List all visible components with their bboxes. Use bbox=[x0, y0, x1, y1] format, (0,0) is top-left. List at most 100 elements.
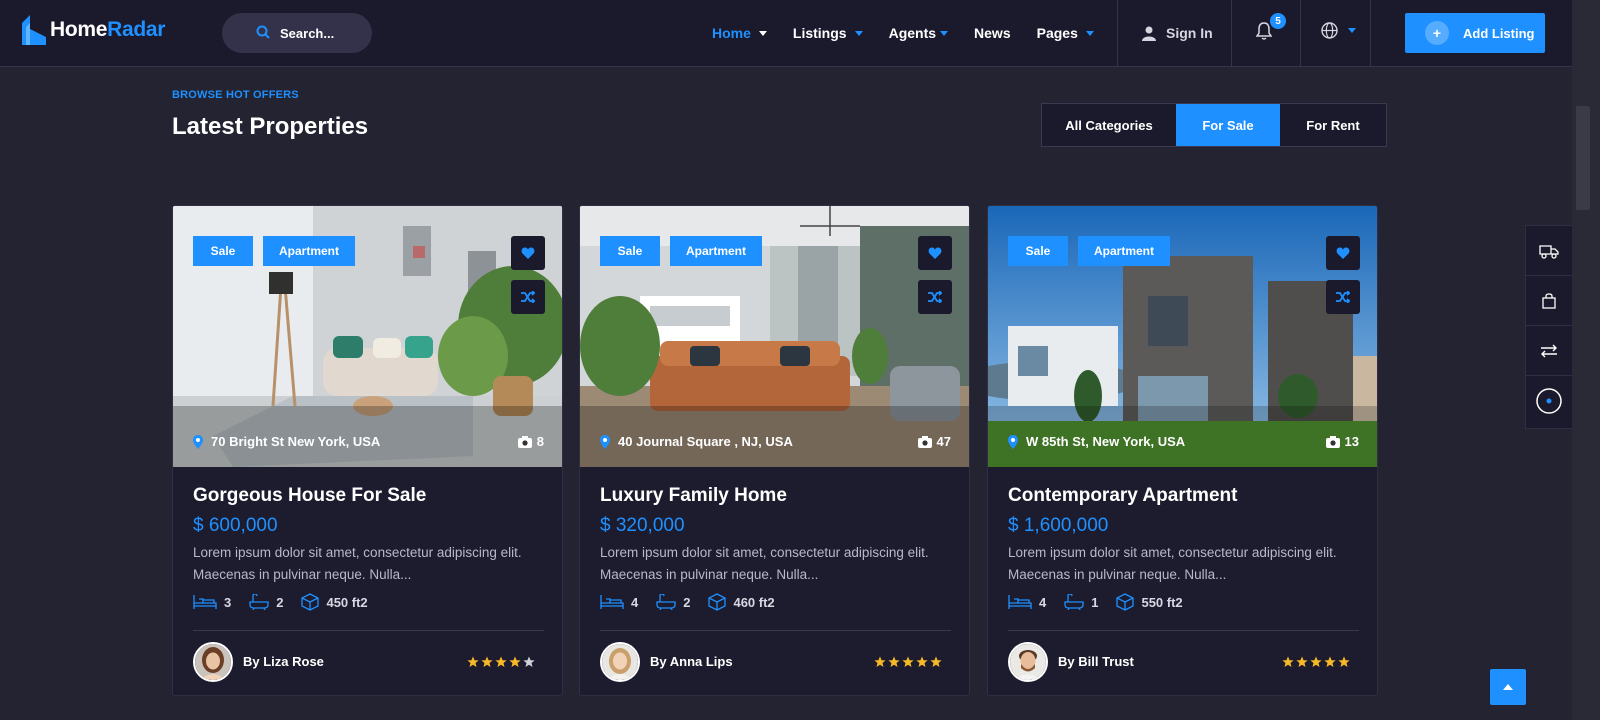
avatar[interactable] bbox=[1008, 642, 1048, 682]
progress-button[interactable] bbox=[1526, 376, 1572, 426]
star-icon bbox=[1310, 656, 1322, 667]
card-divider bbox=[193, 630, 544, 631]
property-card[interactable]: Sale Apartment 70 Bright St New York, US… bbox=[172, 205, 563, 696]
baths-feature: 2 bbox=[656, 594, 690, 610]
cube-icon bbox=[301, 593, 320, 611]
photo-count[interactable]: 47 bbox=[917, 434, 951, 449]
camera-icon bbox=[517, 435, 532, 448]
property-description: Lorem ipsum dolor sit amet, consectetur … bbox=[600, 545, 929, 582]
tag-sale[interactable]: Sale bbox=[600, 236, 660, 266]
tag-sale[interactable]: Sale bbox=[1008, 236, 1068, 266]
compare-side-button[interactable] bbox=[1526, 326, 1572, 376]
nav-home[interactable]: Home bbox=[712, 25, 767, 41]
filter-all-categories[interactable]: All Categories bbox=[1042, 104, 1176, 146]
plus-icon: + bbox=[1425, 21, 1449, 45]
star-icon bbox=[1282, 656, 1294, 667]
nav-agents[interactable]: Agents bbox=[889, 25, 949, 41]
photo-count[interactable]: 13 bbox=[1325, 434, 1359, 449]
property-image[interactable]: Sale Apartment W 85th St, New York, USA … bbox=[988, 206, 1377, 467]
heart-icon bbox=[928, 247, 942, 259]
logo-text: HomeRadar bbox=[50, 18, 166, 41]
avatar[interactable] bbox=[193, 642, 233, 682]
top-header: HomeRadar Search... Home Listings Agents… bbox=[0, 0, 1572, 67]
cube-icon bbox=[1116, 593, 1135, 611]
scrollbar-thumb[interactable] bbox=[1576, 106, 1590, 210]
sign-in-link[interactable]: Sign In bbox=[1142, 0, 1213, 66]
agent-photo bbox=[1010, 644, 1046, 680]
compare-button[interactable] bbox=[1326, 280, 1360, 314]
logo[interactable]: HomeRadar bbox=[22, 14, 165, 46]
avatar[interactable] bbox=[600, 642, 640, 682]
search-icon bbox=[256, 25, 270, 39]
agent-name[interactable]: By Liza Rose bbox=[243, 654, 324, 669]
property-card[interactable]: Sale Apartment 40 Journal Square , NJ, U… bbox=[579, 205, 970, 696]
star-icon bbox=[874, 656, 886, 667]
loading-icon bbox=[1536, 388, 1562, 414]
truck-icon bbox=[1539, 244, 1559, 259]
chevron-down-icon bbox=[940, 30, 949, 36]
map-pin-icon bbox=[600, 434, 610, 449]
tag-type[interactable]: Apartment bbox=[263, 236, 355, 266]
tag-type[interactable]: Apartment bbox=[670, 236, 762, 266]
shuffle-icon bbox=[521, 291, 535, 303]
chevron-down-icon bbox=[1348, 28, 1356, 33]
search-label: Search... bbox=[280, 25, 335, 41]
add-listing-button[interactable]: + Add Listing bbox=[1405, 13, 1545, 53]
tag-sale[interactable]: Sale bbox=[193, 236, 253, 266]
agent-photo bbox=[602, 644, 638, 680]
star-icon bbox=[467, 656, 479, 667]
compare-button[interactable] bbox=[511, 280, 545, 314]
header-divider bbox=[1300, 0, 1301, 66]
photo-count[interactable]: 8 bbox=[517, 434, 544, 449]
language-selector[interactable] bbox=[1321, 22, 1356, 39]
header-divider bbox=[1117, 0, 1118, 66]
star-icon bbox=[902, 656, 914, 667]
scroll-to-top-button[interactable] bbox=[1490, 669, 1526, 705]
favorite-button[interactable] bbox=[918, 236, 952, 270]
search-box[interactable]: Search... bbox=[222, 13, 372, 53]
favorite-button[interactable] bbox=[511, 236, 545, 270]
property-price: $ 600,000 bbox=[193, 515, 278, 536]
property-card[interactable]: Sale Apartment W 85th St, New York, USA … bbox=[987, 205, 1378, 696]
user-icon bbox=[1142, 26, 1156, 41]
rating-stars bbox=[465, 656, 535, 668]
rating-stars bbox=[1280, 656, 1350, 668]
agent-name[interactable]: By Bill Trust bbox=[1058, 654, 1134, 669]
chevron-down-icon bbox=[1085, 30, 1094, 36]
globe-icon bbox=[1321, 22, 1338, 39]
delivery-button[interactable] bbox=[1526, 226, 1572, 276]
compare-button[interactable] bbox=[918, 280, 952, 314]
property-address: 70 Bright St New York, USA bbox=[193, 434, 380, 449]
star-icon bbox=[930, 656, 942, 667]
card-divider bbox=[600, 630, 951, 631]
notification-badge: 5 bbox=[1268, 11, 1288, 31]
agent-name[interactable]: By Anna Lips bbox=[650, 654, 733, 669]
property-price: $ 320,000 bbox=[600, 515, 685, 536]
star-icon bbox=[481, 656, 493, 667]
property-title[interactable]: Luxury Family Home bbox=[600, 485, 787, 507]
baths-feature: 1 bbox=[1064, 594, 1098, 610]
property-image[interactable]: Sale Apartment 70 Bright St New York, US… bbox=[173, 206, 562, 467]
cart-button[interactable] bbox=[1526, 276, 1572, 326]
bed-icon bbox=[193, 595, 217, 609]
star-icon bbox=[523, 656, 535, 667]
area-feature: 550 ft2 bbox=[1116, 593, 1183, 611]
map-pin-icon bbox=[193, 434, 203, 449]
nav-news[interactable]: News bbox=[974, 25, 1011, 41]
favorite-button[interactable] bbox=[1326, 236, 1360, 270]
star-icon bbox=[1296, 656, 1308, 667]
property-image[interactable]: Sale Apartment 40 Journal Square , NJ, U… bbox=[580, 206, 969, 467]
tag-type[interactable]: Apartment bbox=[1078, 236, 1170, 266]
section-title: Latest Properties bbox=[172, 113, 369, 140]
filter-for-sale[interactable]: For Sale bbox=[1176, 104, 1280, 146]
nav-pages[interactable]: Pages bbox=[1037, 25, 1094, 41]
property-address: 40 Journal Square , NJ, USA bbox=[600, 434, 793, 449]
property-title[interactable]: Contemporary Apartment bbox=[1008, 485, 1237, 507]
nav-listings[interactable]: Listings bbox=[793, 25, 863, 41]
property-features: 3 2 450 ft2 bbox=[193, 593, 386, 611]
rating-stars bbox=[872, 656, 942, 668]
property-title[interactable]: Gorgeous House For Sale bbox=[193, 485, 426, 507]
filter-for-rent[interactable]: For Rent bbox=[1280, 104, 1386, 146]
cube-icon bbox=[708, 593, 727, 611]
star-icon bbox=[509, 656, 521, 667]
